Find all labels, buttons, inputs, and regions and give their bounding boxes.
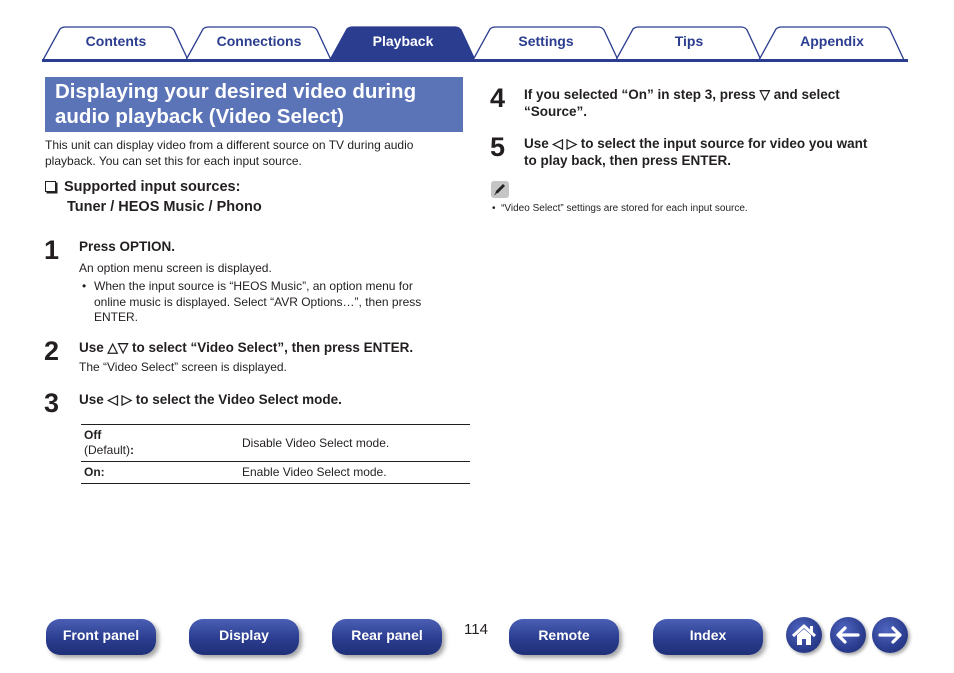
intro-text: This unit can display video from a diffe… xyxy=(45,138,465,169)
tab-label: Connections xyxy=(216,33,302,49)
tab-label: Playback xyxy=(372,33,434,49)
tab-connections[interactable]: Connections xyxy=(185,26,333,60)
step-heading-line: Use ◁ ▷ to select the input source for v… xyxy=(524,136,868,151)
step-1-result: An option menu screen is displayed. xyxy=(79,261,272,275)
mode-description: Enable Video Select mode. xyxy=(239,461,470,484)
step-heading: Use ◁ ▷ to select the input source for v… xyxy=(524,135,924,169)
intro-line-1: This unit can display video from a diffe… xyxy=(45,138,414,152)
bullet-dot: • xyxy=(492,203,496,214)
step-number: 4 xyxy=(490,83,506,113)
back-arrow-icon xyxy=(836,626,860,644)
page-number: 114 xyxy=(464,621,488,638)
rear-panel-button[interactable]: Rear panel xyxy=(332,619,442,655)
checkbox-bullet-icon xyxy=(45,181,56,192)
step-2-result: The “Video Select” screen is displayed. xyxy=(79,360,287,374)
forward-arrow-icon xyxy=(878,626,902,644)
step-heading: Press OPTION. xyxy=(79,239,176,254)
intro-line-2: playback. You can set this for each inpu… xyxy=(45,153,302,168)
home-button[interactable] xyxy=(786,617,822,653)
index-button[interactable]: Index xyxy=(653,619,763,655)
bullet-line: When the input source is “HEOS Music”, a… xyxy=(94,279,413,293)
tab-bar: Contents Connections Playback Settings T… xyxy=(42,26,908,62)
title-line-1: Displaying your desired video during xyxy=(55,80,417,103)
supported-label: Supported input sources: xyxy=(64,179,241,195)
tab-underline xyxy=(42,59,908,62)
pencil-icon xyxy=(491,181,509,198)
tab-label: Tips xyxy=(674,33,704,49)
step-heading-line: If you selected “On” in step 3, press ▽ … xyxy=(524,87,840,102)
bullet-dot: • xyxy=(82,279,87,293)
tab-playback[interactable]: Playback xyxy=(329,26,477,60)
supported-sources: Supported input sources: Tuner / HEOS Mu… xyxy=(45,177,262,217)
step-number: 2 xyxy=(44,336,60,366)
table-row: Off (Default): Disable Video Select mode… xyxy=(81,424,470,462)
title-line-2: audio playback (Video Select) xyxy=(55,105,344,128)
tab-label: Appendix xyxy=(800,33,864,49)
step-number: 5 xyxy=(490,132,506,162)
front-panel-button[interactable]: Front panel xyxy=(46,619,156,655)
supported-list: Tuner / HEOS Music / Phono xyxy=(67,199,262,215)
tab-contents[interactable]: Contents xyxy=(42,26,190,60)
step-number: 3 xyxy=(44,388,60,418)
step-heading: Use ◁ ▷ to select the Video Select mode. xyxy=(79,392,342,407)
mode-description: Disable Video Select mode. xyxy=(239,424,470,462)
mode-key: On: xyxy=(81,461,239,484)
tab-label: Settings xyxy=(518,33,574,49)
tab-appendix[interactable]: Appendix xyxy=(758,26,906,60)
step-heading: If you selected “On” in step 3, press ▽ … xyxy=(524,86,914,120)
step-heading: Use △▽ to select “Video Select”, then pr… xyxy=(79,340,414,355)
mode-table: Off (Default): Disable Video Select mode… xyxy=(81,424,470,484)
bullet-line: online music is displayed. Select “AVR O… xyxy=(94,294,422,309)
mode-key: Off (Default): xyxy=(81,424,239,462)
forward-button[interactable] xyxy=(872,617,908,653)
remote-button[interactable]: Remote xyxy=(509,619,619,655)
note-content: “Video Select” settings are stored for e… xyxy=(501,203,748,214)
table-row: On: Enable Video Select mode. xyxy=(81,461,470,484)
back-button[interactable] xyxy=(830,617,866,653)
home-icon xyxy=(791,624,817,645)
bullet-line: ENTER. xyxy=(94,310,139,324)
mode-key-label: Off xyxy=(84,428,102,442)
note-text: • “Video Select” settings are stored for… xyxy=(492,202,748,215)
mode-key-note: (Default) xyxy=(84,443,131,457)
display-button[interactable]: Display xyxy=(189,619,299,655)
tab-settings[interactable]: Settings xyxy=(472,26,620,60)
tab-tips[interactable]: Tips xyxy=(615,26,763,60)
tab-label: Contents xyxy=(85,33,147,49)
step-1-bullet: • When the input source is “HEOS Music”,… xyxy=(82,279,462,326)
step-heading-line: to play back, then press ENTER. xyxy=(524,153,732,168)
step-heading-line: “Source”. xyxy=(524,104,588,119)
step-number: 1 xyxy=(44,235,60,265)
page-title: Displaying your desired video during aud… xyxy=(45,77,463,132)
